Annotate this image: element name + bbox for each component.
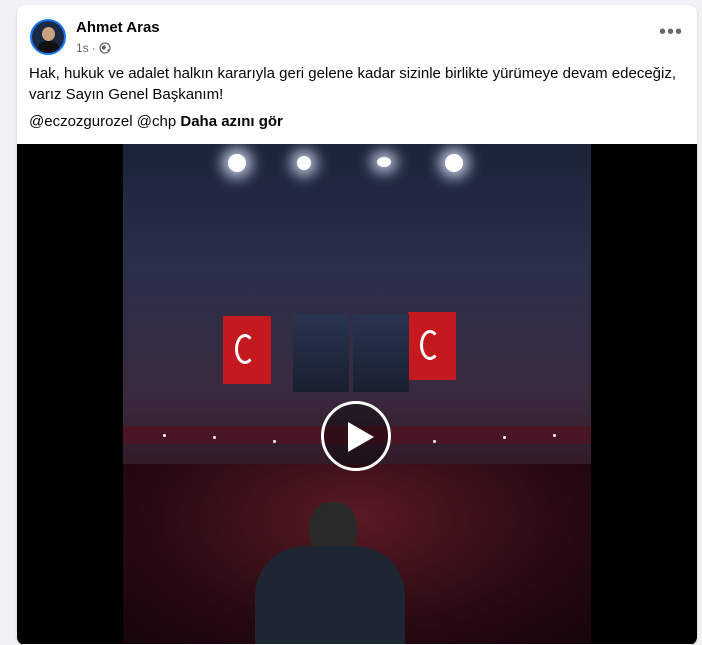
stage-light: [377, 157, 391, 167]
stage-light: [228, 154, 246, 172]
portrait-banner: [293, 314, 349, 392]
avatar-body: [37, 41, 60, 53]
globe-icon: [99, 42, 111, 54]
crescent-icon: [420, 330, 440, 360]
post-text: Hak, hukuk ve adalet halkın kararıyla ge…: [29, 65, 676, 103]
stage-light-dot: [553, 434, 556, 437]
meta-separator: ·: [91, 41, 96, 55]
post-timestamp[interactable]: 1s: [76, 41, 89, 55]
more-options-icon[interactable]: •••: [659, 22, 683, 42]
stage-light-dot: [273, 440, 276, 443]
stage-light: [445, 154, 463, 172]
video-frame: [123, 144, 591, 644]
speaker-body: [255, 546, 405, 644]
portrait-banner: [353, 314, 409, 392]
author-name[interactable]: Ahmet Aras: [76, 19, 160, 36]
stage-light-dot: [503, 436, 506, 439]
post-card: Ahmet Aras 1s · ••• Hak, hukuk ve adalet…: [17, 5, 697, 645]
author-avatar[interactable]: [30, 19, 66, 55]
turkish-flag: [223, 316, 271, 384]
stage-light-dot: [163, 434, 166, 437]
play-icon[interactable]: [321, 401, 391, 471]
stage-light: [297, 156, 311, 170]
see-less-link[interactable]: Daha azını gör: [180, 113, 283, 130]
turkish-flag: [408, 312, 456, 380]
crescent-icon: [235, 334, 255, 364]
post-tags: @eczozgurozel @chp Daha azını gör: [29, 113, 283, 130]
stage-light-dot: [433, 440, 436, 443]
avatar-head: [42, 27, 55, 41]
stage-light-dot: [213, 436, 216, 439]
mention-links[interactable]: @eczozgurozel @chp: [29, 113, 176, 130]
post-meta: 1s ·: [76, 41, 111, 55]
video-player[interactable]: [17, 144, 697, 644]
